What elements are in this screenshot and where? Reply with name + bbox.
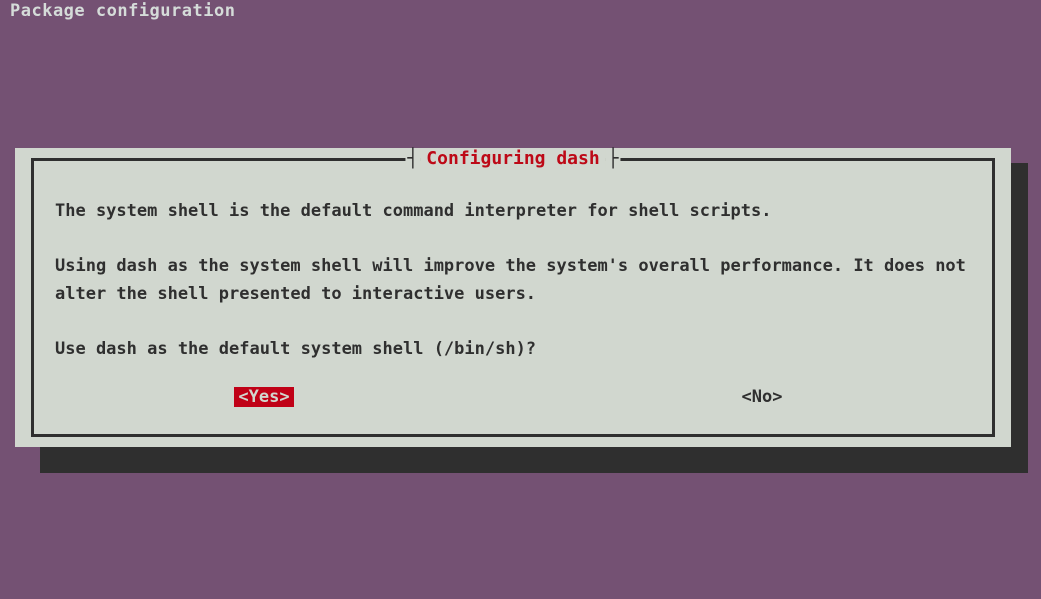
- dialog-line-3: Use dash as the default system shell (/b…: [55, 336, 971, 364]
- no-button[interactable]: <No>: [742, 387, 783, 407]
- config-dialog: ┤ Configuring dash ├ The system shell is…: [15, 148, 1011, 447]
- yes-button[interactable]: <Yes>: [234, 387, 293, 407]
- dialog-buttons: <Yes> <No>: [15, 387, 1011, 407]
- page-header: Package configuration: [0, 0, 1041, 21]
- title-bracket-right: ├: [606, 148, 621, 169]
- dialog-line-1: The system shell is the default command …: [55, 198, 971, 226]
- dialog-line-2: Using dash as the system shell will impr…: [55, 253, 971, 308]
- dialog-title: Configuring dash: [420, 148, 605, 169]
- dialog-content: The system shell is the default command …: [55, 198, 971, 363]
- dialog-title-wrap: ┤ Configuring dash ├: [405, 148, 620, 169]
- title-bracket-left: ┤: [405, 148, 420, 169]
